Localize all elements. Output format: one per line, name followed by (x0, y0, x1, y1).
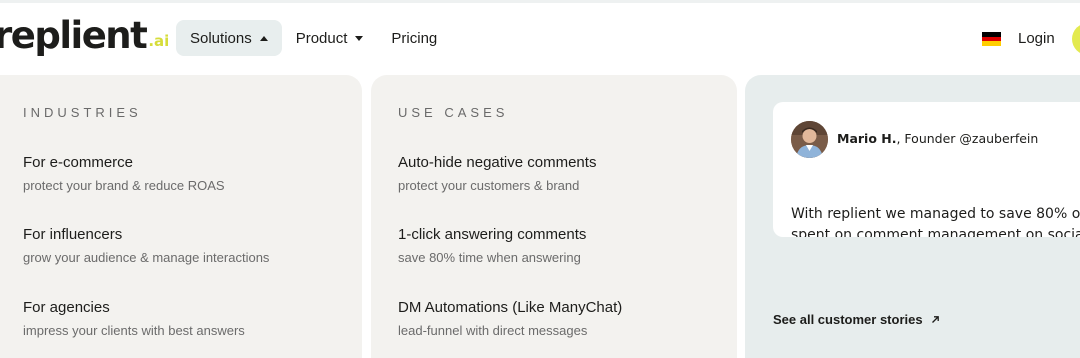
use-case-item-subtitle: protect your customers & brand (398, 178, 580, 193)
logo-wordmark: replient (0, 14, 148, 57)
replient-logo[interactable]: replient .ai (0, 17, 169, 54)
quote-line: spent on comment management on social m (791, 227, 1080, 237)
industry-item-title: For e-commerce (23, 154, 134, 171)
caret-up-icon (259, 35, 268, 41)
germany-flag-icon[interactable] (982, 32, 1001, 47)
industry-item-subtitle: grow your audience & manage interactions (23, 250, 270, 265)
use-case-item-dm-automations[interactable]: DM Automations (Like ManyChat) lead-funn… (398, 299, 622, 338)
use-cases-heading: USE CASES (398, 105, 509, 120)
use-case-item-auto-hide[interactable]: Auto-hide negative comments protect your… (398, 154, 596, 193)
testimonial-card[interactable]: Mario H., Founder @zauberfein With repli… (773, 102, 1080, 237)
testimonial-quote: With replient we managed to save 80% of … (791, 204, 1080, 237)
use-cases-panel: USE CASES Auto-hide negative comments pr… (371, 75, 737, 358)
nav-solutions[interactable]: Solutions (176, 20, 282, 56)
see-all-stories-link[interactable]: See all customer stories (773, 312, 940, 327)
industry-item-subtitle: impress your clients with best answers (23, 323, 245, 338)
customer-story-panel: Mario H., Founder @zauberfein With repli… (745, 75, 1080, 358)
use-case-item-subtitle: lead-funnel with direct messages (398, 323, 588, 338)
use-case-item-subtitle: save 80% time when answering (398, 250, 581, 265)
nav-pricing-label: Pricing (391, 29, 438, 47)
nav-solutions-label: Solutions (190, 29, 252, 47)
use-case-item-title: 1-click answering comments (398, 226, 587, 243)
author-avatar (791, 121, 828, 158)
industry-item-subtitle: protect your brand & reduce ROAS (23, 178, 225, 193)
author-role: , Founder @zauberfein (896, 131, 1039, 146)
author-name: Mario H. (837, 131, 897, 146)
industry-item-ecommerce[interactable]: For e-commerce protect your brand & redu… (23, 154, 225, 193)
industry-item-agencies[interactable]: For agencies impress your clients with b… (23, 299, 245, 338)
main-nav: Solutions Product Pricing (176, 20, 451, 56)
nav-product-label: Product (295, 29, 348, 47)
cta-button[interactable] (1072, 23, 1080, 55)
nav-product[interactable]: Product (282, 20, 378, 56)
industry-item-title: For agencies (23, 299, 110, 316)
industries-heading: INDUSTRIES (23, 105, 142, 120)
testimonial-author: Mario H., Founder @zauberfein (837, 131, 1038, 146)
industry-item-influencers[interactable]: For influencers grow your audience & man… (23, 226, 269, 265)
site-header: replient .ai Solutions Product Pricing L… (0, 3, 1080, 75)
arrow-up-right-icon (931, 312, 940, 327)
use-case-item-title: Auto-hide negative comments (398, 154, 597, 171)
use-case-item-title: DM Automations (Like ManyChat) (398, 299, 623, 316)
caret-down-icon (355, 35, 364, 41)
industries-panel: INDUSTRIES For e-commerce protect your b… (0, 75, 362, 358)
industry-item-title: For influencers (23, 226, 123, 243)
nav-pricing[interactable]: Pricing (377, 20, 451, 56)
quote-line: With replient we managed to save 80% of … (791, 206, 1080, 222)
login-link[interactable]: Login (1018, 30, 1055, 47)
see-all-label: See all customer stories (773, 312, 923, 327)
logo-suffix: .ai (148, 32, 170, 50)
use-case-item-answering[interactable]: 1-click answering comments save 80% time… (398, 226, 586, 265)
